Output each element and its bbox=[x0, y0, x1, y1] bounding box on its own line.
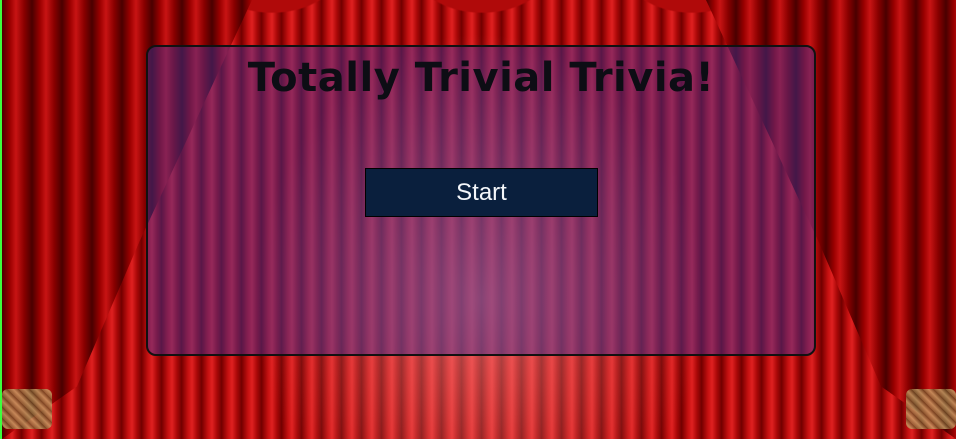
tieback-rope-right bbox=[906, 389, 956, 429]
tieback-rope-left bbox=[2, 389, 52, 429]
stage-background: Totally Trivial Trivia! Start bbox=[0, 0, 956, 439]
start-panel: Totally Trivial Trivia! Start bbox=[146, 45, 816, 356]
curtain-valance bbox=[182, 0, 782, 50]
start-button[interactable]: Start bbox=[365, 168, 598, 217]
game-title: Totally Trivial Trivia! bbox=[247, 55, 715, 101]
